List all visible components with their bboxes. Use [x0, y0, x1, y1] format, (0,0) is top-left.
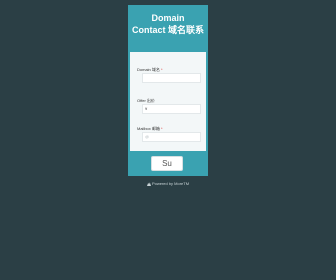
offer-input[interactable]: ¥: [142, 104, 201, 114]
contact-form: Domain 域名 * Offer 出价 ¥ Mailbox 邮箱 * @: [130, 52, 206, 151]
offer-input-value: ¥: [145, 106, 148, 111]
submit-button[interactable]: Su: [151, 156, 183, 171]
domain-contact-card: Domain Contact 域名联系 Domain 域名 * Offer 出价…: [128, 5, 208, 176]
mailbox-required-mark: *: [161, 126, 163, 131]
mailbox-label: Mailbox 邮箱 *: [137, 126, 163, 131]
powered-by-text[interactable]: Powered by MoreTM: [152, 181, 189, 186]
mailbox-label-text: Mailbox 邮箱: [137, 126, 160, 131]
domain-label: Domain 域名 *: [137, 67, 163, 72]
moretm-logo-icon: [146, 182, 151, 186]
domain-required-mark: *: [161, 67, 163, 72]
mailbox-input[interactable]: @: [142, 132, 201, 142]
page-title-line1: Domain: [151, 13, 185, 23]
domain-label-text: Domain 域名: [137, 67, 160, 72]
domain-input[interactable]: [142, 73, 201, 83]
offer-label: Offer 出价: [137, 98, 155, 103]
card-header: Domain Contact 域名联系: [128, 5, 208, 52]
powered-by: Powered by MoreTM: [0, 181, 336, 186]
page-title-line2: Contact 域名联系: [131, 25, 204, 35]
offer-label-text: Offer 出价: [137, 98, 155, 103]
card-footer: Su: [128, 151, 208, 176]
mailbox-input-placeholder: @: [145, 134, 150, 139]
